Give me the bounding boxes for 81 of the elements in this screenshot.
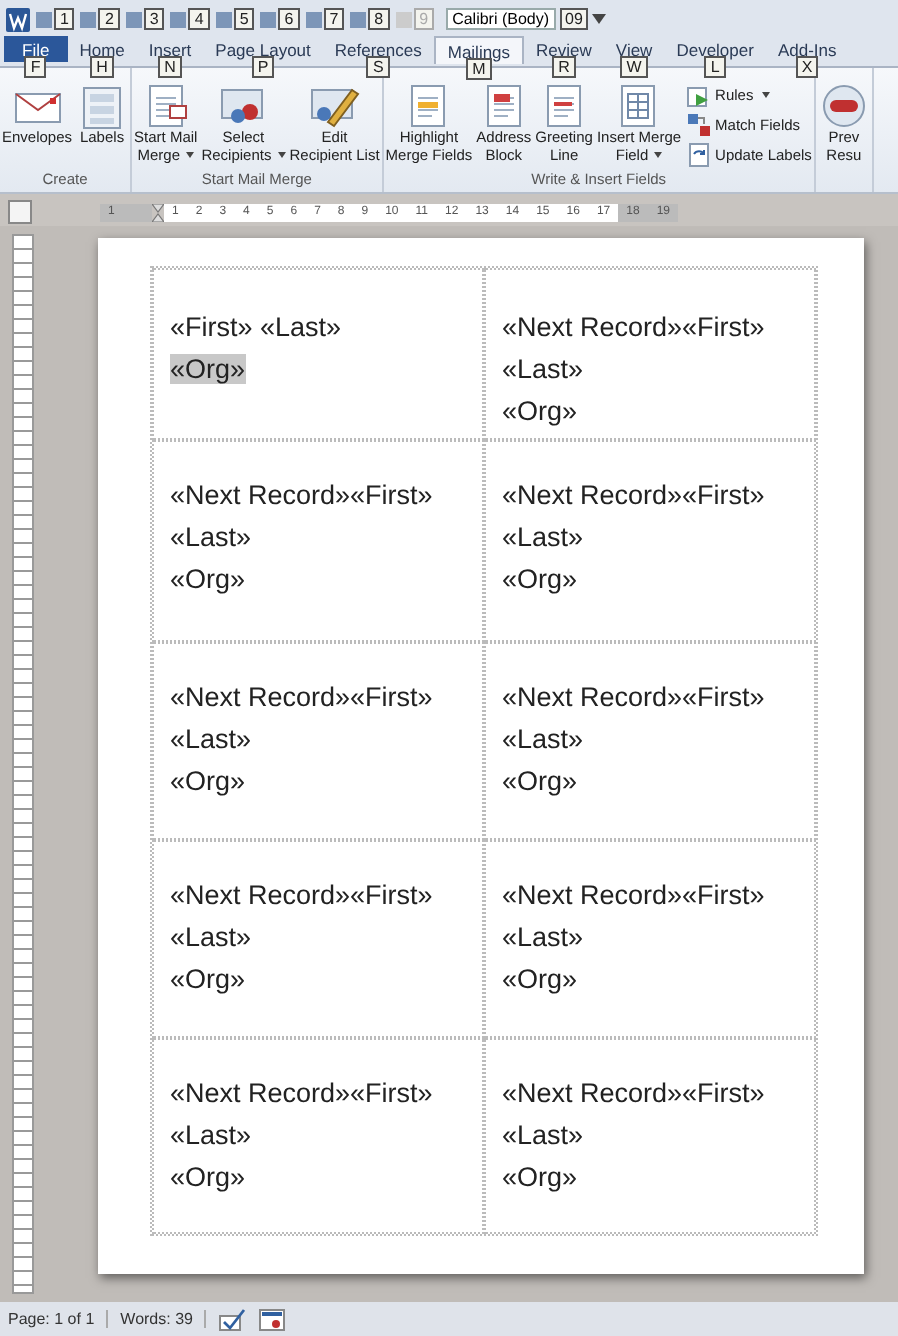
merge-field[interactable]: «Last» [502, 354, 584, 384]
merge-field[interactable]: «Next Record»«First» [170, 480, 433, 510]
merge-field[interactable]: «Last» [170, 724, 252, 754]
merge-field[interactable]: «Org» [170, 766, 246, 796]
status-text[interactable]: Words: 39 [120, 1310, 207, 1328]
keytip: 8 [368, 8, 390, 30]
match-fields-icon [685, 112, 712, 138]
font-field[interactable]: Calibri (Body) [446, 8, 556, 30]
caret-icon [592, 14, 607, 24]
merge-field[interactable]: «Next Record»«First» [170, 1078, 433, 1108]
keytip: 7 [323, 8, 345, 30]
merge-field[interactable]: «Next Record»«First» [170, 682, 433, 712]
keytip: P [251, 56, 275, 78]
keytip: X [795, 56, 819, 78]
merge-field[interactable]: «Last» [502, 724, 584, 754]
keytip: 09 [559, 8, 589, 30]
keytip: W [620, 56, 648, 78]
toolbar-icon [123, 9, 144, 29]
merge-field[interactable]: «Last» [502, 522, 584, 552]
keytip: 6 [278, 8, 300, 30]
merge-field[interactable]: «Org» [170, 1162, 246, 1192]
word-logo-icon [6, 7, 30, 31]
ribbon-tab[interactable]: Home [67, 36, 137, 62]
rules-icon [685, 82, 712, 108]
ribbon-tab[interactable]: Page Layout [203, 36, 323, 62]
keytip: F [24, 56, 47, 78]
keytip: 5 [233, 8, 255, 30]
keytip: L [704, 56, 726, 78]
keytip: 9 [413, 8, 435, 30]
tab-selector[interactable] [8, 200, 32, 224]
merge-field[interactable]: «Next Record»«First» [170, 880, 433, 910]
keytip: H [90, 56, 114, 78]
merge-field[interactable]: «Org» [170, 354, 246, 384]
merge-field[interactable]: «Next Record»«First» [502, 1078, 765, 1108]
merge-field[interactable]: «Last» [502, 1120, 584, 1150]
toolbar-icon [168, 9, 189, 29]
merge-field[interactable]: «Org» [502, 1162, 578, 1192]
merge-field[interactable]: «Last» [170, 922, 252, 952]
keytip: S [366, 56, 390, 78]
update-icon [685, 142, 712, 168]
toolbar-icon [348, 9, 369, 29]
keytip: M [466, 58, 492, 80]
merge-field[interactable]: «Next Record»«First» [502, 880, 765, 910]
ribbon-tab[interactable]: Add-Ins [765, 36, 849, 62]
merge-field[interactable]: «Org» [502, 396, 578, 426]
toolbar-icon [34, 9, 54, 29]
keytip: 3 [143, 8, 165, 30]
merge-field[interactable]: «First» «Last» [170, 312, 342, 342]
merge-field[interactable]: «Org» [502, 964, 578, 994]
macro-icon [258, 1307, 287, 1331]
keytip: 4 [188, 8, 210, 30]
toolbar-icon [78, 9, 99, 29]
toolbar-icon [303, 9, 324, 29]
ribbon-tab[interactable]: Insert [136, 36, 204, 62]
merge-field[interactable]: «Last» [170, 522, 252, 552]
ribbon-tab[interactable]: Mailings [433, 36, 525, 64]
ribbon-tab[interactable]: Developer [664, 36, 766, 62]
proofing-icon [218, 1307, 247, 1331]
toolbar-icon [393, 9, 414, 29]
ribbon-tab[interactable]: File [4, 36, 68, 62]
merge-field[interactable]: «Org» [170, 564, 246, 594]
merge-field[interactable]: «Next Record»«First» [502, 480, 765, 510]
merge-field[interactable]: «Last» [170, 1120, 252, 1150]
merge-field[interactable]: «Org» [502, 564, 578, 594]
status-text[interactable]: Page: 1 of 1 [8, 1310, 109, 1328]
merge-field[interactable]: «Org» [170, 964, 246, 994]
keytip: 1 [54, 8, 75, 30]
font-name: Calibri (Body) [452, 10, 550, 28]
ribbon-tab[interactable]: View [603, 36, 665, 62]
toolbar-icon [213, 9, 234, 29]
keytip: R [552, 56, 576, 78]
merge-field[interactable]: «Next Record»«First» [502, 682, 765, 712]
ribbon-tab[interactable]: References [322, 36, 434, 62]
ribbon-tab[interactable]: Review [524, 36, 604, 62]
merge-field[interactable]: «Next Record»«First» [502, 312, 765, 342]
merge-field[interactable]: «Last» [502, 922, 584, 952]
toolbar-icon [258, 9, 279, 29]
keytip: 2 [98, 8, 120, 30]
merge-field[interactable]: «Org» [502, 766, 578, 796]
preview-icon [817, 82, 870, 130]
keytip: N [158, 56, 182, 78]
